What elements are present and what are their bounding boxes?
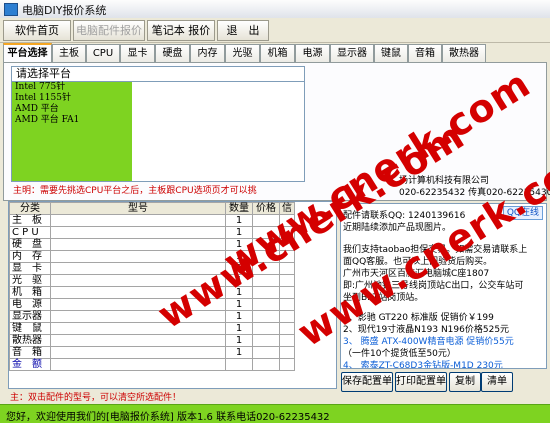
row-info <box>279 322 295 335</box>
row-category: 音 箱 <box>9 346 51 359</box>
row-info <box>279 274 295 287</box>
row-category: 显 卡 <box>9 262 51 275</box>
tab-speakers[interactable]: 音箱 <box>408 44 442 62</box>
platform-list-body: Intel 775针 Intel 1155针 AMD 平台 AMD 平台 FA1 <box>12 82 132 181</box>
row-qty: 1 <box>225 322 253 335</box>
table-row[interactable]: 键 鼠 1 <box>9 322 295 335</box>
col-category[interactable]: 分类 <box>9 202 51 215</box>
notebook-button[interactable]: 笔记本 报价 <box>147 20 215 41</box>
row-info <box>279 346 295 359</box>
row-info <box>279 334 295 347</box>
platform-item[interactable]: Intel 775针 <box>12 82 132 93</box>
row-category: 主 板 <box>9 214 51 227</box>
row-model[interactable] <box>50 238 226 251</box>
platform-item[interactable]: Intel 1155针 <box>12 93 132 104</box>
table-row[interactable]: 显示器 1 <box>9 310 295 323</box>
row-info <box>279 286 295 299</box>
status-bar: 您好，欢迎使用我们的[电脑报价系统] 版本1.6 联系电话020-6223543… <box>0 404 550 423</box>
category-tabs: 平台选择 主板 CPU 显卡 硬盘 内存 光驱 机箱 电源 显示器 键鼠 音箱 … <box>0 43 550 64</box>
row-category: 显示器 <box>9 310 51 323</box>
toolbar: 软件首页 电脑配件报价 笔记本 报价 退 出 <box>0 18 550 43</box>
window-title: 电脑DIY报价系统 <box>22 4 107 17</box>
platform-listbox[interactable]: 请选择平台 Intel 775针 Intel 1155针 AMD 平台 AMD … <box>11 66 305 182</box>
tab-cpu[interactable]: CPU <box>86 44 120 62</box>
row-qty: 1 <box>225 310 253 323</box>
row-model[interactable] <box>50 334 226 347</box>
tab-cooler[interactable]: 散热器 <box>442 44 486 62</box>
col-model[interactable]: 型号 <box>50 202 226 215</box>
platform-item[interactable]: AMD 平台 <box>12 104 132 115</box>
pc-config-button[interactable]: 电脑配件报价 <box>73 20 145 41</box>
row-model[interactable] <box>50 322 226 335</box>
tab-hdd[interactable]: 硬盘 <box>155 44 190 62</box>
row-qty: 1 <box>225 334 253 347</box>
row-category: 硬 盘 <box>9 238 51 251</box>
tab-platform[interactable]: 平台选择 <box>3 43 52 64</box>
row-model[interactable] <box>50 226 226 239</box>
title-bar: 电脑DIY报价系统 <box>0 0 550 19</box>
row-price <box>252 334 280 347</box>
row-price <box>252 346 280 359</box>
row-category: 键 鼠 <box>9 322 51 335</box>
total-label: 金 额 <box>9 358 51 371</box>
col-qty[interactable]: 数量 <box>225 202 253 215</box>
tab-monitor[interactable]: 显示器 <box>330 44 374 62</box>
row-model[interactable] <box>50 250 226 263</box>
tab-keyboard-mouse[interactable]: 键鼠 <box>374 44 408 62</box>
row-model[interactable] <box>50 346 226 359</box>
row-qty: 1 <box>225 214 253 227</box>
row-category: C P U <box>9 226 51 239</box>
tab-psu[interactable]: 电源 <box>295 44 330 62</box>
row-qty: 1 <box>225 346 253 359</box>
row-price <box>252 298 280 311</box>
clear-button[interactable]: 清单 <box>481 372 513 392</box>
row-price <box>252 310 280 323</box>
tab-gpu[interactable]: 显卡 <box>120 44 155 62</box>
row-price <box>252 322 280 335</box>
row-category: 内 存 <box>9 250 51 263</box>
print-config-button[interactable]: 打印配置单 <box>395 372 447 392</box>
row-price <box>252 286 280 299</box>
tab-optical[interactable]: 光驱 <box>225 44 260 62</box>
info-line: 4、 索泰ZT-C68D3金钻版-M1D 230元 <box>343 361 503 369</box>
home-button[interactable]: 软件首页 <box>3 20 71 41</box>
tab-memory[interactable]: 内存 <box>190 44 225 62</box>
tab-case[interactable]: 机箱 <box>260 44 295 62</box>
table-header: 分类 型号 数量 价格 信 <box>9 202 295 215</box>
save-config-button[interactable]: 保存配置单 <box>341 372 393 392</box>
row-category: 机 箱 <box>9 286 51 299</box>
row-category: 电 源 <box>9 298 51 311</box>
row-category: 光 驱 <box>9 274 51 287</box>
total-row: 金 额 <box>9 358 295 371</box>
tab-motherboard[interactable]: 主板 <box>52 44 86 62</box>
platform-item[interactable]: AMD 平台 FA1 <box>12 115 132 126</box>
row-model[interactable] <box>50 214 226 227</box>
copy-button[interactable]: 复制 <box>449 372 481 392</box>
table-row[interactable]: 散热器 1 <box>9 334 295 347</box>
row-category: 散热器 <box>9 334 51 347</box>
platform-hint: 主明：需要先挑选CPU平台之后，主板跟CPU选项页才可以挑 <box>13 186 257 196</box>
exit-button[interactable]: 退 出 <box>217 20 269 41</box>
table-hint: 主：双击配件的型号，可以清空所选配件！ <box>10 393 182 403</box>
app-icon <box>4 3 18 16</box>
row-info <box>279 298 295 311</box>
status-text: 您好，欢迎使用我们的[电脑报价系统] 版本1.6 联系电话020-6223543… <box>6 412 330 423</box>
table-row[interactable]: 音 箱 1 <box>9 346 295 359</box>
platform-list-header: 请选择平台 <box>12 67 304 82</box>
